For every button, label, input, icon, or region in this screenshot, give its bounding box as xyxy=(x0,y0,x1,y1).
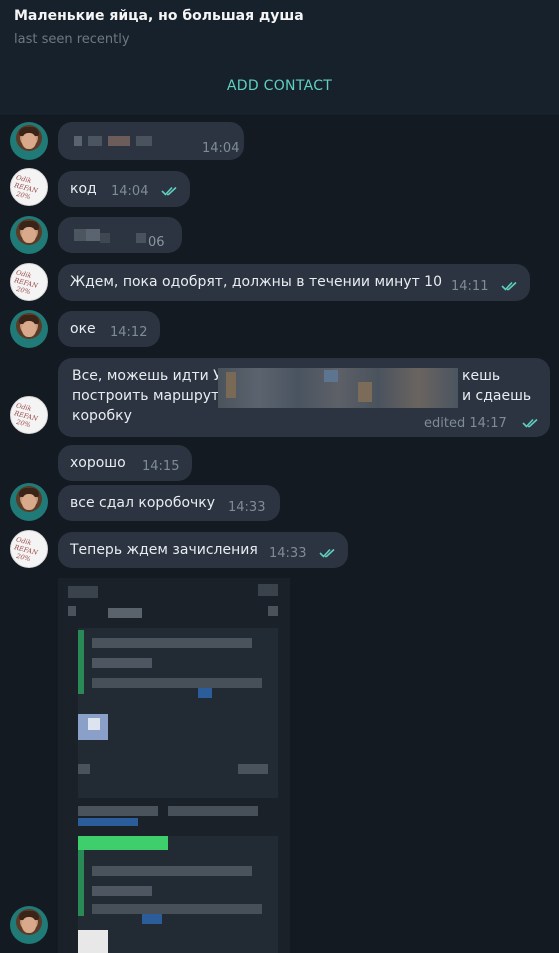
double-check-icon xyxy=(501,281,519,291)
logo-avatar[interactable]: Odik REFAN 20% xyxy=(10,168,48,206)
attached-image[interactable] xyxy=(58,578,290,953)
message-bubble[interactable]: хорошо 14:15 xyxy=(58,445,192,481)
message-bubble[interactable]: код 14:04 xyxy=(58,171,190,207)
message-text: хорошо xyxy=(70,455,126,471)
message-text-line: построить маршрут xyxy=(72,388,220,404)
message-text-line: Все, можешь идти У xyxy=(72,368,222,384)
message-list[interactable]: 14:04 Odik REFAN 20% код 14:04 06 Odik REF… xyxy=(0,116,559,953)
message-time: 14:15 xyxy=(142,459,180,474)
message-time: 14:33 xyxy=(228,500,266,515)
contact-avatar[interactable] xyxy=(10,216,48,254)
message-text-line: кешь xyxy=(462,368,501,384)
message-text-line: и сдаешь xyxy=(462,388,532,404)
double-check-icon xyxy=(161,186,179,196)
message-time: 06 xyxy=(148,235,165,250)
logo-avatar[interactable]: Odik REFAN 20% xyxy=(10,530,48,568)
message-text: все сдал коробочку xyxy=(70,495,216,511)
message-text: Ждем, пока одобрят, должны в течении мин… xyxy=(70,274,442,290)
blurred-content xyxy=(218,368,458,408)
double-check-icon xyxy=(319,548,337,558)
message-bubble[interactable]: оке 14:12 xyxy=(58,311,160,347)
message-bubble[interactable]: все сдал коробочку 14:33 xyxy=(58,485,280,521)
contact-avatar[interactable] xyxy=(10,906,48,944)
logo-avatar[interactable]: Odik REFAN 20% xyxy=(10,263,48,301)
message-bubble[interactable]: Ждем, пока одобрят, должны в течении мин… xyxy=(58,264,530,301)
last-seen-status: last seen recently xyxy=(14,32,130,47)
logo-avatar[interactable]: Odik REFAN 20% xyxy=(10,396,48,434)
message-time: edited 14:17 xyxy=(424,416,507,431)
logo-text: Odik REFAN 20% xyxy=(11,535,39,564)
message-text-line: коробку xyxy=(72,408,132,424)
logo-text: Odik REFAN 20% xyxy=(11,268,39,297)
add-contact-button[interactable]: ADD CONTACT xyxy=(0,78,559,94)
contact-avatar[interactable] xyxy=(10,483,48,521)
message-bubble[interactable]: Теперь ждем зачисления 14:33 xyxy=(58,532,348,568)
message-time: 14:12 xyxy=(110,325,148,340)
message-bubble[interactable]: Все, можешь идти У кешь построить маршру… xyxy=(58,358,550,437)
message-bubble[interactable]: 14:04 xyxy=(58,122,244,160)
message-time: 14:11 xyxy=(451,279,489,294)
chat-title[interactable]: Маленькие яйца, но большая душа xyxy=(14,8,304,24)
contact-avatar[interactable] xyxy=(10,122,48,160)
message-time: 14:04 xyxy=(202,141,240,156)
message-text: оке xyxy=(70,321,96,337)
message-time: 14:33 xyxy=(269,546,307,561)
message-bubble[interactable]: 06 xyxy=(58,217,182,253)
logo-text: Odik REFAN 20% xyxy=(11,173,39,202)
message-text: Теперь ждем зачисления xyxy=(70,542,258,558)
blurred-content xyxy=(74,136,82,146)
logo-text: Odik REFAN 20% xyxy=(11,401,39,430)
message-text: код xyxy=(70,181,97,197)
message-time: 14:04 xyxy=(111,184,149,199)
blurred-content xyxy=(74,229,86,241)
chat-header: Маленькие яйца, но большая душа last see… xyxy=(0,0,559,116)
contact-avatar[interactable] xyxy=(10,310,48,348)
double-check-icon xyxy=(522,418,540,428)
